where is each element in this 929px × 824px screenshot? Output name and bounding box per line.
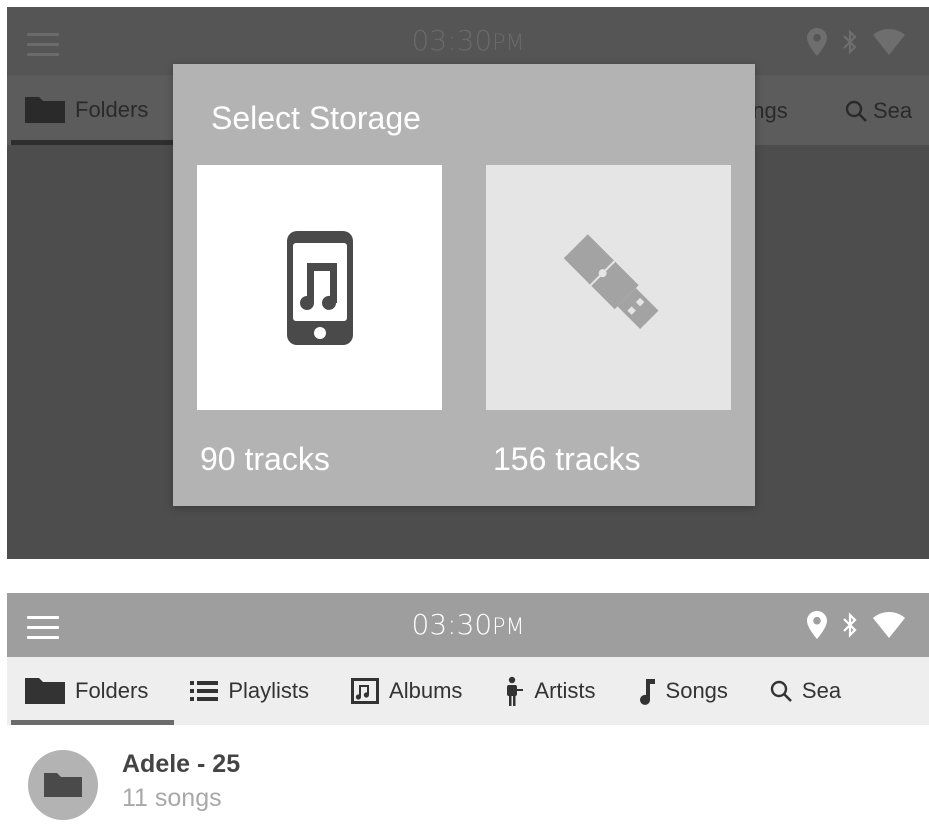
tab-folders: Folders	[10, 75, 175, 145]
clock: 03:30PM	[7, 608, 929, 641]
phone-track-count: 90 tracks	[200, 441, 330, 477]
phone-music-icon	[286, 230, 353, 345]
status-icons	[807, 26, 905, 58]
bluetooth-icon	[843, 612, 857, 638]
tab-label: Artists	[534, 678, 596, 703]
select-storage-dialog: Select Storage 90 tracks 156 tracks	[173, 64, 755, 506]
tab-label: Playlists	[228, 678, 310, 703]
tab-search: Sea	[845, 98, 912, 124]
tab-folders[interactable]: Folders	[10, 657, 175, 725]
dialog-title: Select Storage	[211, 100, 421, 136]
tab-playlists[interactable]: Playlists	[190, 657, 327, 725]
wifi-icon	[873, 612, 905, 638]
list-icon	[190, 680, 219, 702]
folder-title: Adele - 25	[122, 750, 241, 778]
storage-option-usb[interactable]	[486, 165, 731, 410]
clock-ampm: PM	[492, 615, 525, 640]
search-icon	[845, 100, 867, 122]
tab-label: Folders	[75, 97, 149, 122]
status-bar: 03:30PM	[7, 593, 929, 657]
location-icon	[807, 611, 827, 639]
clock-ampm: PM	[492, 31, 525, 56]
tab-label: Folders	[75, 678, 149, 703]
status-icons	[807, 609, 905, 641]
tab-albums[interactable]: Albums	[351, 657, 480, 725]
folders-screen: 03:30PM Folders Playlists Albums Artists…	[7, 593, 929, 824]
tab-label: Songs	[665, 678, 728, 703]
folder-icon	[44, 773, 82, 797]
wifi-icon	[873, 29, 905, 55]
storage-option-phone[interactable]	[197, 165, 442, 410]
search-icon	[770, 680, 792, 702]
tab-label: Sea	[801, 678, 842, 703]
tab-songs[interactable]: Songs	[638, 657, 746, 725]
folder-avatar	[28, 750, 98, 820]
album-icon	[351, 678, 380, 704]
folder-icon	[25, 678, 65, 704]
folder-subtitle: 11 songs	[122, 784, 222, 812]
artist-icon	[504, 676, 524, 706]
tab-search[interactable]: Sea	[770, 657, 859, 725]
location-icon	[807, 28, 827, 56]
clock-time: 03:30	[411, 24, 493, 57]
tab-label: Sea	[873, 98, 913, 123]
tab-bar: Folders Playlists Albums Artists Songs S…	[7, 657, 929, 725]
tab-artists[interactable]: Artists	[504, 657, 613, 725]
usb-drive-icon	[563, 233, 658, 329]
note-icon	[638, 677, 656, 705]
usb-track-count: 156 tracks	[493, 441, 641, 477]
bluetooth-icon	[843, 29, 857, 55]
tab-label: Albums	[389, 678, 463, 703]
clock: 03:30PM	[7, 24, 929, 57]
folder-list-item[interactable]: Adele - 25 11 songs	[7, 725, 929, 824]
folder-icon	[25, 97, 65, 123]
clock-time: 03:30	[411, 608, 493, 641]
